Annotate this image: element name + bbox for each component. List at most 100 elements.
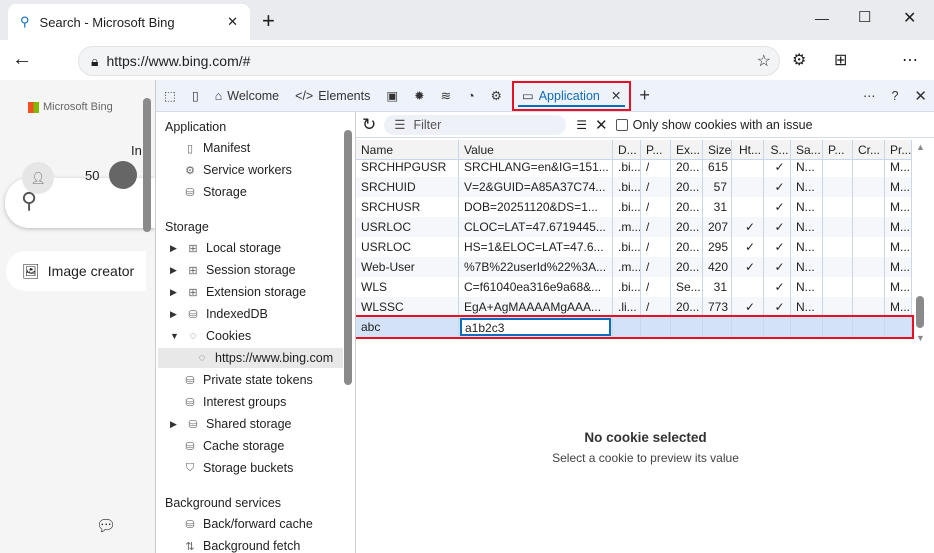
cell: ✓: [764, 277, 791, 297]
cell: [853, 277, 885, 297]
table-row[interactable]: USRLOC CLOC=LAT=47.6719445... .m.../20... 2…: [356, 217, 912, 237]
inspect-icon[interactable]: ⬚: [156, 80, 184, 112]
help-icon[interactable]: ?: [883, 80, 906, 112]
cell: /: [641, 277, 671, 297]
table-row[interactable]: WLSSC EgA+AgMAAAAMgAAA... .li.../20... 773 ✓…: [356, 297, 912, 317]
delete-selected-icon[interactable]: ✕: [595, 116, 608, 134]
cell: S...: [764, 140, 791, 160]
console-icon[interactable]: ▣: [378, 80, 406, 112]
cell: [613, 317, 641, 337]
cell: [823, 277, 853, 297]
minimize-button[interactable]: —: [815, 10, 829, 26]
cell: .bi...: [613, 237, 641, 257]
browser-tab[interactable]: ⚲ Search - Microsoft Bing ✕: [8, 4, 250, 40]
address-bar[interactable]: 🔒︎ https://www.bing.com/# ☆: [78, 46, 780, 76]
cell: 20...: [671, 217, 703, 237]
page-scrollbar[interactable]: [143, 98, 151, 232]
maximize-button[interactable]: ☐: [858, 8, 871, 26]
back-button[interactable]: ←: [12, 48, 32, 71]
sidebar-item-cookies[interactable]: ▼ ◌ Cookies: [170, 326, 251, 346]
sources-bug-icon[interactable]: ✹: [406, 80, 432, 112]
database-icon: ⛁: [188, 308, 198, 321]
chat-icon[interactable]: 💬︎: [96, 516, 116, 536]
cell: [853, 257, 885, 277]
devtools-panel: ⬚ ▯ ⌂ Welcome </> Elements ▣ ✹ ≋ ◔ ⚙ ▭ Appl…: [155, 80, 934, 553]
clear-all-cookies-icon[interactable]: ☰: [576, 118, 587, 132]
collections-icon[interactable]: ⊞: [834, 50, 847, 70]
cell: [853, 317, 885, 337]
add-tab-button[interactable]: +: [631, 80, 658, 112]
close-tab-icon[interactable]: ✕: [227, 14, 238, 30]
more-menu-icon[interactable]: ⋯: [902, 50, 918, 70]
extensions-icon[interactable]: ⚙: [792, 50, 806, 70]
sidebar-item-background-fetch[interactable]: ⇅ Background fetch: [184, 536, 300, 553]
cell: USRLOC: [356, 217, 459, 237]
close-devtools-icon[interactable]: ✕: [906, 80, 934, 112]
table-row[interactable]: SRCHHPGUSR SRCHLANG=en&IG=151... .bi.../20…: [356, 157, 912, 177]
device-emulation-icon[interactable]: ▯: [184, 80, 207, 112]
tab-elements[interactable]: </> Elements: [287, 80, 378, 112]
sidebar-item-back-forward-cache[interactable]: ⛁ Back/forward cache: [184, 514, 312, 534]
sidebar-item-shared-storage[interactable]: ▶ ⛁ Shared storage: [170, 414, 291, 434]
cell: .bi...: [613, 277, 641, 297]
cell: DOB=20251120&DS=1...: [459, 197, 613, 217]
close-tab-icon[interactable]: ✕: [611, 88, 621, 103]
cell: Web-User: [356, 257, 459, 277]
cell: Value: [459, 140, 613, 160]
cell: [764, 317, 791, 337]
more-tools-icon[interactable]: ⋯: [855, 80, 884, 112]
table-row[interactable]: WLS C=f61040ea316e9a68&... .bi... / Se... 31 ✓…: [356, 277, 912, 297]
table-row[interactable]: USRLOC HS=1&ELOC=LAT=47.6... .bi.../20... 2…: [356, 237, 912, 257]
sidebar-scrollbar[interactable]: [344, 130, 352, 385]
memory-icon[interactable]: ⚙: [483, 80, 510, 112]
table-row[interactable]: Web-User %7B%22userId%22%3A... .m.../20...…: [356, 257, 912, 277]
cell: N...: [791, 277, 823, 297]
cell: N...: [791, 157, 823, 177]
sidebar-item-extension-storage[interactable]: ▶ ⊞ Extension storage: [170, 282, 306, 302]
cell: [823, 297, 853, 317]
sidebar-item-service-workers[interactable]: ⚙ Service workers: [184, 160, 292, 180]
sidebar-item-interest-groups[interactable]: ⛁ Interest groups: [184, 392, 286, 412]
only-issues-checkbox[interactable]: [615, 118, 628, 131]
cell: ✓: [764, 237, 791, 257]
new-cookie-row[interactable]: abc a1b2c3: [356, 315, 914, 339]
sidebar-item-local-storage[interactable]: ▶ ⊞ Local storage: [170, 238, 281, 258]
cell: [703, 317, 732, 337]
scroll-down-arrow[interactable]: ▼: [916, 333, 925, 343]
cell: M...: [885, 157, 912, 177]
cell: /: [641, 297, 671, 317]
rewards-icon[interactable]: [109, 161, 137, 189]
cookie-value-input[interactable]: a1b2c3: [460, 318, 611, 336]
sidebar-item-storage-buckets[interactable]: ⛉ Storage buckets: [184, 458, 293, 478]
cell: ✓: [764, 257, 791, 277]
scroll-up-arrow[interactable]: ▲: [916, 142, 925, 152]
close-window-button[interactable]: ✕: [903, 8, 916, 28]
network-icon[interactable]: ≋: [433, 80, 459, 112]
cell: ✓: [732, 257, 764, 277]
table-scrollbar[interactable]: [916, 296, 924, 328]
sidebar-item-manifest[interactable]: ▯ Manifest: [184, 138, 250, 158]
sidebar-item-session-storage[interactable]: ▶ ⊞ Session storage: [170, 260, 296, 280]
account-avatar[interactable]: 👤︎: [22, 162, 54, 194]
cell: [853, 157, 885, 177]
sidebar-item-indexeddb[interactable]: ▶ ⛁ IndexedDB: [170, 304, 268, 324]
image-creator-button[interactable]: 🖼︎ Image creator: [6, 251, 146, 291]
cell: M...: [885, 217, 912, 237]
performance-icon[interactable]: ◔: [459, 80, 483, 112]
lock-icon: 🔒︎: [91, 52, 99, 69]
table-header[interactable]: Name Value D... P... Ex... Size Ht... S... Sa...…: [356, 140, 912, 160]
sidebar-item-private-state-tokens[interactable]: ⛁ Private state tokens: [184, 370, 312, 390]
new-tab-button[interactable]: +: [262, 8, 275, 34]
code-icon: </>: [295, 88, 314, 103]
filter-input[interactable]: ☰ Filter: [384, 114, 567, 135]
sidebar-item-storage[interactable]: ⛁ Storage: [184, 182, 246, 202]
tab-welcome[interactable]: ⌂ Welcome: [207, 80, 287, 112]
sidebar-item-cache-storage[interactable]: ⛁ Cache storage: [184, 436, 284, 456]
table-row[interactable]: SRCHUID V=2&GUID=A85A37C74... .bi.../20...…: [356, 177, 912, 197]
favorite-star-icon[interactable]: ☆: [757, 51, 771, 71]
refresh-icon[interactable]: ↻: [362, 115, 376, 135]
cell: Name: [356, 140, 459, 160]
sidebar-item-bing-cookies[interactable]: ◌ https://www.bing.com: [158, 348, 343, 368]
table-row[interactable]: SRCHUSR DOB=20251120&DS=1... .bi.../20... 3…: [356, 197, 912, 217]
tab-application[interactable]: ▭ Application ✕: [511, 80, 632, 111]
